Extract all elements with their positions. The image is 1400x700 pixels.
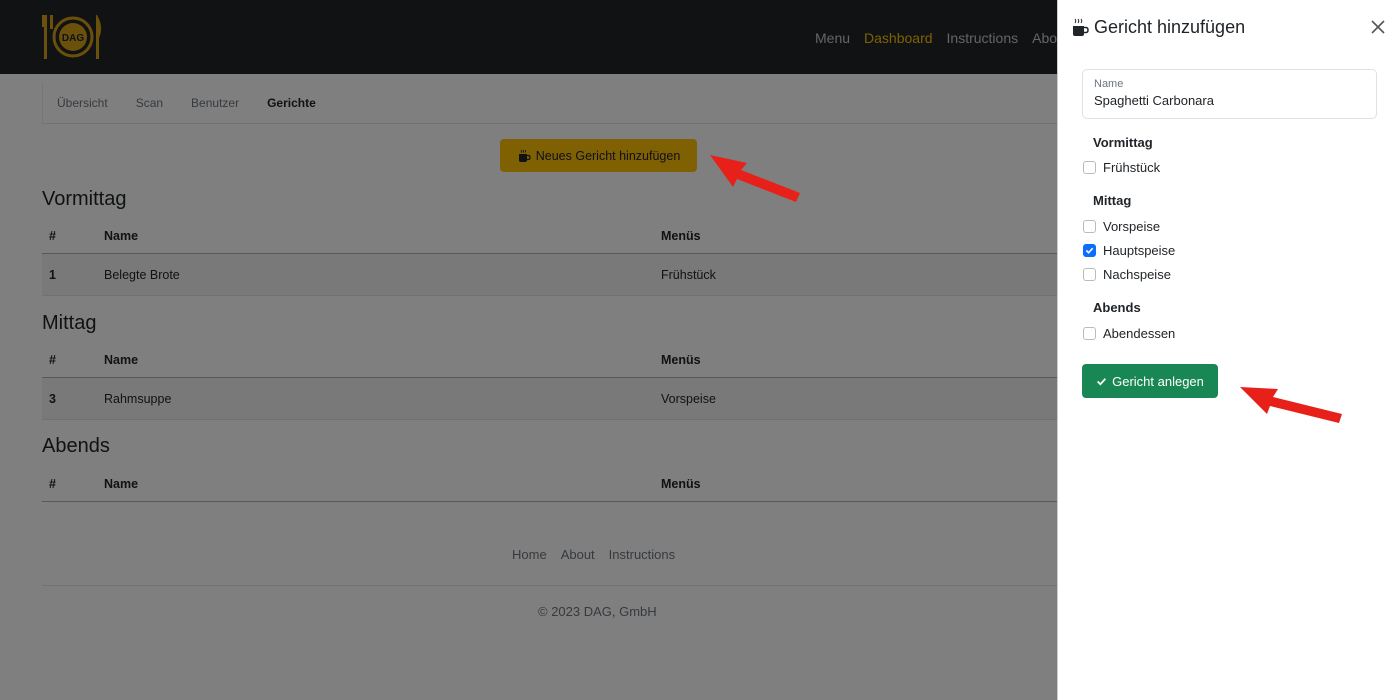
checkbox-vorspeise[interactable]: Vorspeise <box>1083 219 1160 234</box>
close-icon[interactable] <box>1370 18 1386 41</box>
checkbox-box[interactable] <box>1083 327 1096 340</box>
checkbox-box[interactable] <box>1083 161 1096 174</box>
checkbox-label: Hauptspeise <box>1103 243 1176 258</box>
checkbox-label: Nachspeise <box>1103 267 1171 282</box>
checkbox-label: Abendessen <box>1103 326 1176 341</box>
checkbox-label: Vorspeise <box>1103 219 1161 234</box>
group-title-vormittag: Vormittag <box>1093 135 1153 150</box>
checkbox-box[interactable] <box>1083 220 1096 233</box>
checkbox-hauptspeise[interactable]: Hauptspeise <box>1083 243 1175 258</box>
checkbox-box-checked[interactable] <box>1083 244 1096 257</box>
group-title-mittag: Mittag <box>1093 193 1132 208</box>
create-dish-label: Gericht anlegen <box>1112 373 1204 389</box>
create-dish-button[interactable]: Gericht anlegen <box>1082 364 1218 398</box>
group-title-abends: Abends <box>1093 300 1141 315</box>
check-icon <box>1097 377 1107 386</box>
red-arrow-annotation <box>1240 387 1342 423</box>
red-arrow-annotation <box>710 155 800 202</box>
name-field-value[interactable]: Spaghetti Carbonara <box>1094 93 1365 108</box>
mug-hot-icon <box>1073 18 1089 36</box>
checkbox-abendessen[interactable]: Abendessen <box>1083 326 1175 341</box>
checkbox-nachspeise[interactable]: Nachspeise <box>1083 267 1171 282</box>
offcanvas-title-text: Gericht hinzufügen <box>1094 17 1246 37</box>
name-field-label: Name <box>1094 78 1124 90</box>
checkbox-fruehstueck[interactable]: Frühstück <box>1083 160 1160 175</box>
offcanvas-title: Gericht hinzufügen <box>1072 17 1245 38</box>
add-dish-offcanvas: Gericht hinzufügen Name Spaghetti Carbon… <box>1057 0 1400 700</box>
check-icon <box>1085 247 1094 254</box>
checkbox-label: Frühstück <box>1103 160 1161 175</box>
checkbox-box[interactable] <box>1083 268 1096 281</box>
name-field[interactable]: Name Spaghetti Carbonara <box>1082 69 1377 119</box>
